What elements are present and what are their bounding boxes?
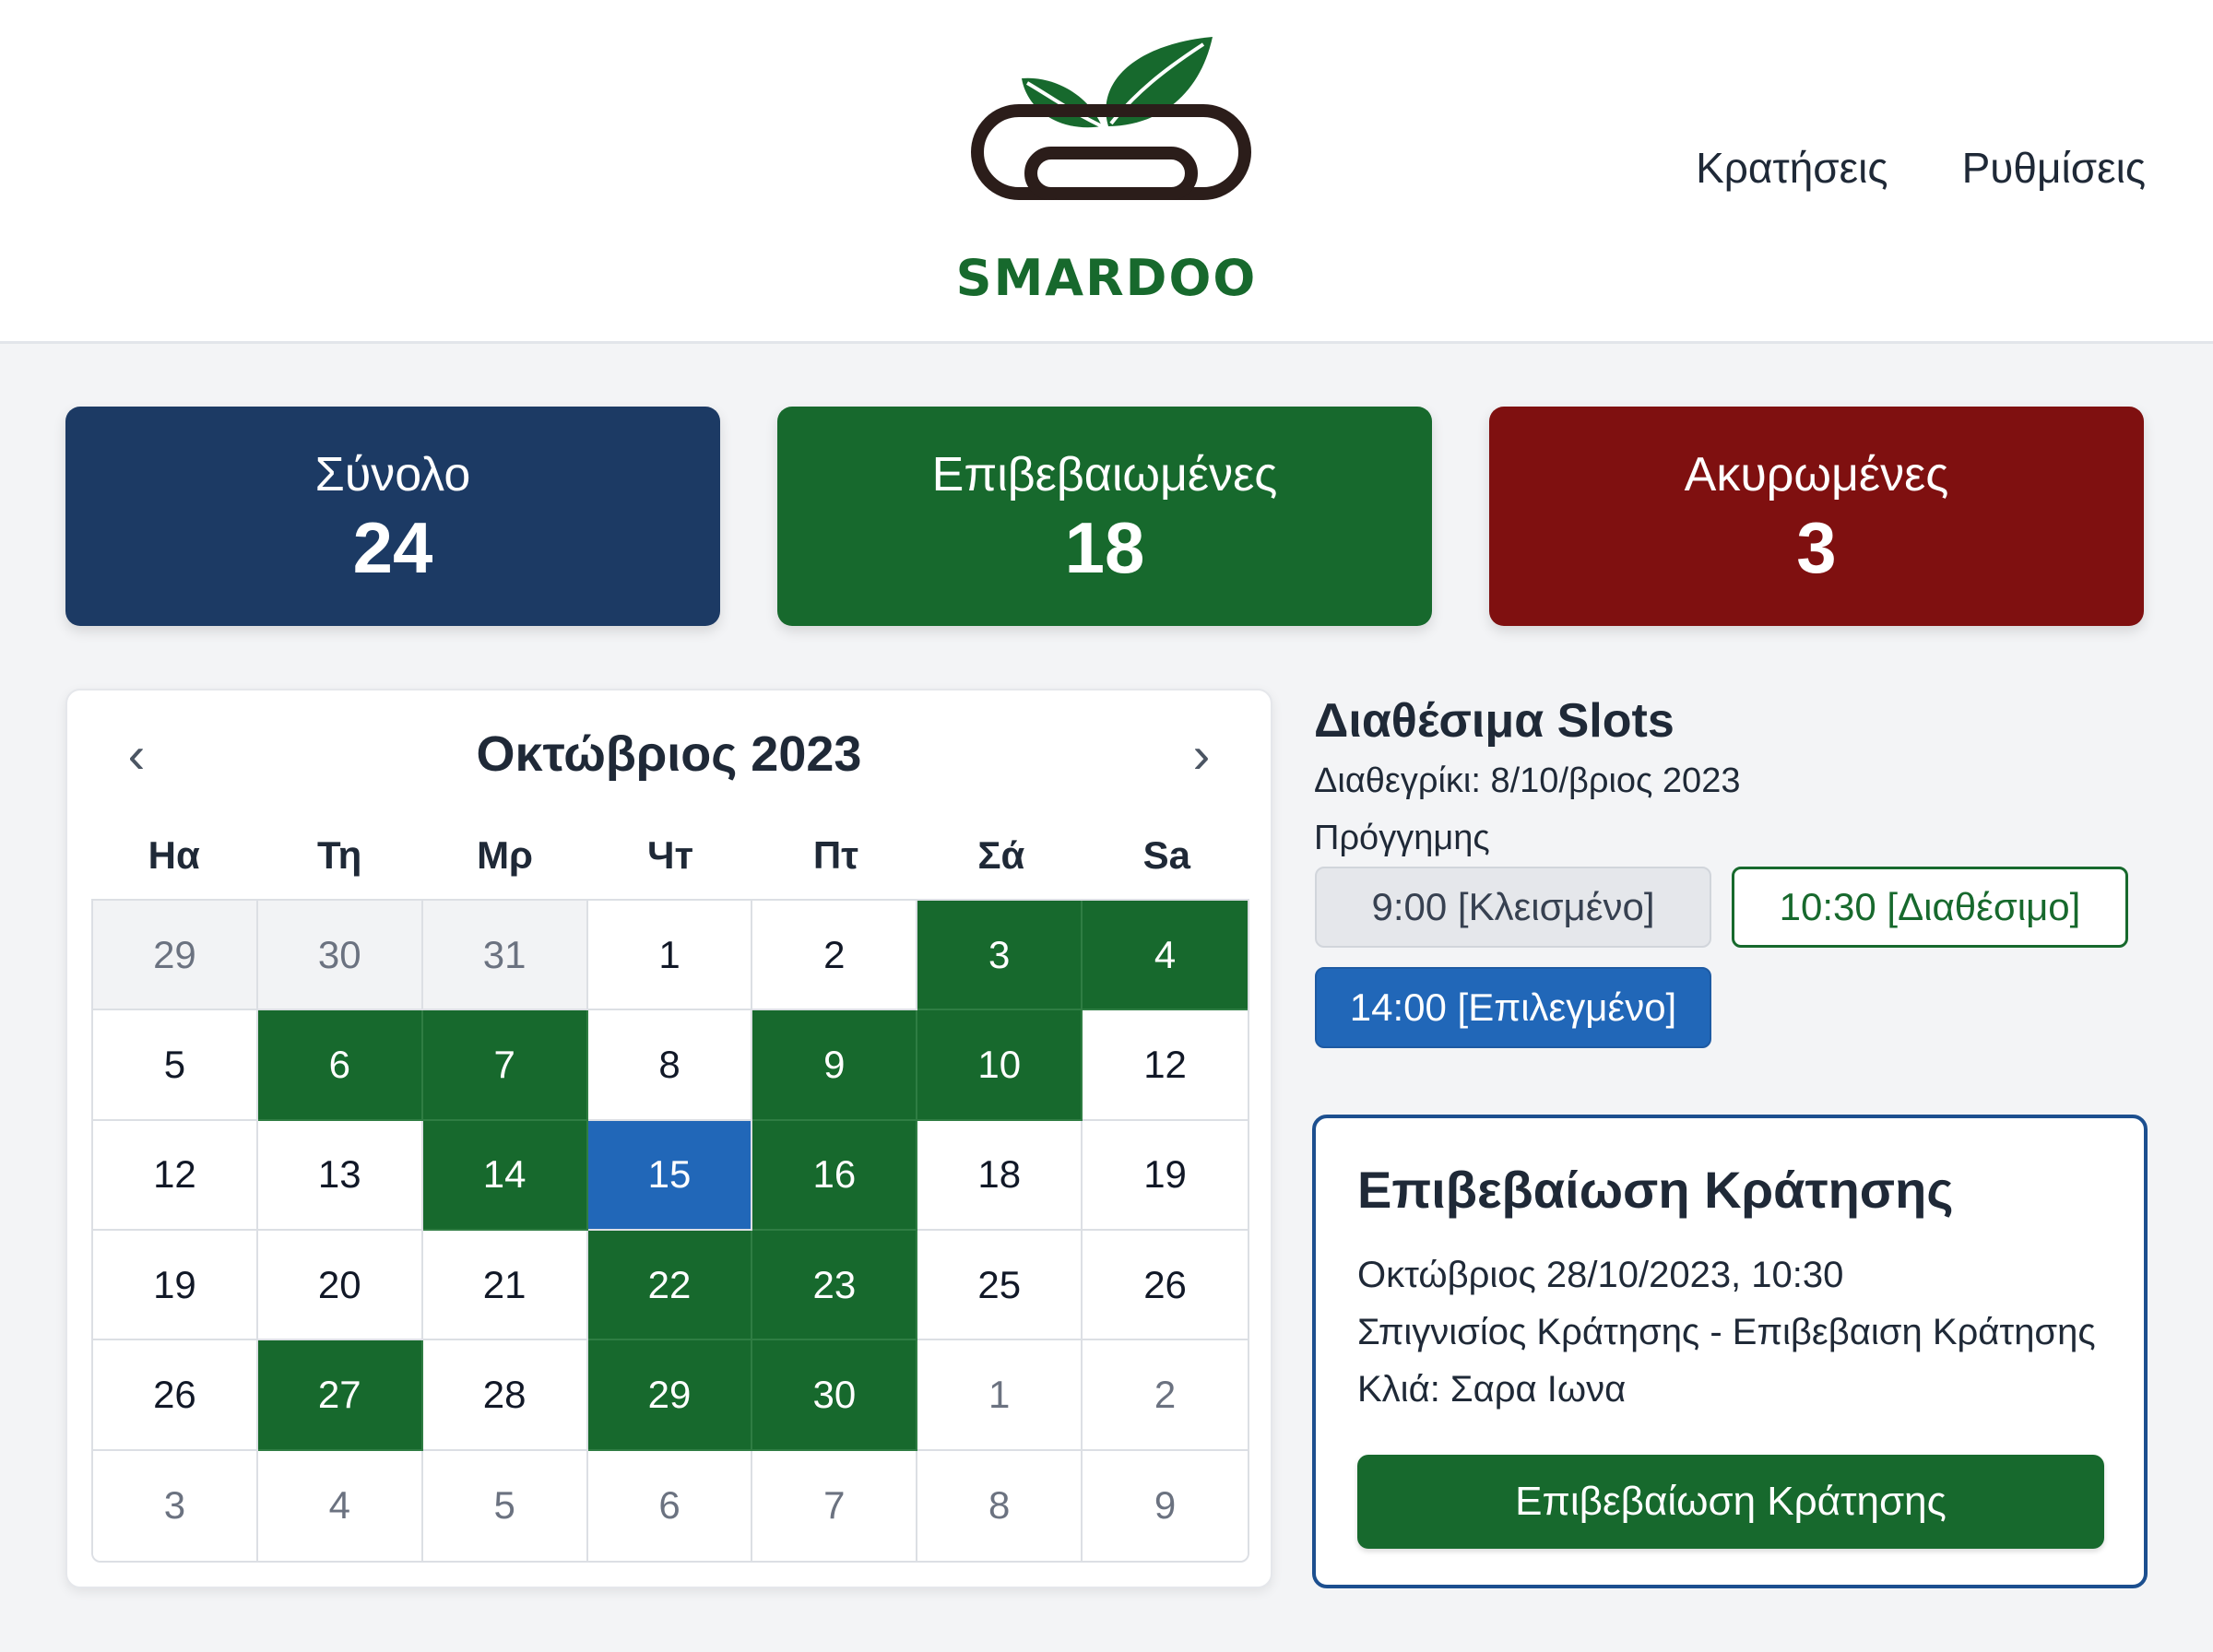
- calendar-day-cell[interactable]: 8: [587, 1010, 753, 1121]
- calendar-day-cell[interactable]: 19: [1083, 1120, 1248, 1231]
- calendar-day-cell[interactable]: 2: [1083, 1340, 1248, 1451]
- calendar-day-cell[interactable]: 4: [1083, 901, 1248, 1011]
- calendar-day-cell[interactable]: 6: [587, 1450, 753, 1561]
- calendar-day-cell[interactable]: 3: [93, 1450, 258, 1561]
- calendar-day-cell[interactable]: 18: [917, 1120, 1083, 1231]
- calendar-day-cell[interactable]: 6: [257, 1010, 423, 1121]
- calendar-day-cell[interactable]: 5: [93, 1010, 258, 1121]
- calendar-day-cell[interactable]: 8: [917, 1450, 1083, 1561]
- chevron-right-icon[interactable]: ›: [1174, 727, 1229, 783]
- calendar-day-cell[interactable]: 5: [422, 1450, 588, 1561]
- stat-label: Ακυρωμένες: [1684, 448, 1949, 502]
- nav-bookings-link[interactable]: Κρατήσεις: [1696, 143, 1888, 193]
- slot-button-available[interactable]: 10:30 [Διαθέσιμο]: [1732, 867, 2128, 948]
- calendar-day-cell[interactable]: 30: [752, 1340, 918, 1451]
- stat-label: Σύνολο: [314, 448, 471, 502]
- calendar-day-cell[interactable]: 26: [93, 1340, 258, 1451]
- confirmation-title: Επιβεβαίωση Κράτησης: [1357, 1161, 1954, 1219]
- calendar-day-cell[interactable]: 28: [422, 1340, 588, 1451]
- slots-subtitle: Διαθεγρίκι: 8/10/βριος 2023: [1314, 761, 1741, 800]
- stat-card-cancelled: Ακυρωμένες 3: [1489, 407, 2144, 626]
- calendar-day-cell[interactable]: 23: [752, 1231, 918, 1341]
- stat-card-confirmed: Επιβεβαιωμένες 18: [777, 407, 1432, 626]
- slot-button-closed[interactable]: 9:00 [Κλεισμένο]: [1315, 867, 1711, 948]
- weekday-label: Μρ: [477, 833, 534, 877]
- confirm-booking-button[interactable]: Επιβεβαίωση Κράτησης: [1357, 1455, 2104, 1549]
- calendar-day-cell[interactable]: 25: [917, 1231, 1083, 1341]
- confirmation-client: Κλιά: Σαρα Ιωνα: [1357, 1369, 1627, 1410]
- calendar-day-cell[interactable]: 22: [587, 1231, 753, 1341]
- calendar-day-grid: 29 30 31 1 2 3 4 5 6 7 8 9 10 12 12 13 14 15 16 18 19 19 20 21 2…: [91, 899, 1249, 1563]
- calendar-day-cell[interactable]: 15: [587, 1120, 753, 1231]
- calendar-day-cell[interactable]: 12: [1083, 1010, 1248, 1121]
- calendar-day-cell[interactable]: 26: [1083, 1231, 1248, 1341]
- slots-title: Διαθέσιμα Slots: [1314, 694, 1675, 748]
- calendar-day-cell[interactable]: 1: [917, 1340, 1083, 1451]
- calendar-day-cell[interactable]: 12: [93, 1120, 258, 1231]
- calendar-day-cell[interactable]: 9: [752, 1010, 918, 1121]
- calendar-day-cell[interactable]: 20: [257, 1231, 423, 1341]
- stat-value: 18: [1064, 507, 1145, 588]
- logo[interactable]: SMARDOO: [950, 28, 1263, 313]
- slots-label: Πρόγγημης: [1314, 819, 1490, 857]
- stat-value: 24: [352, 507, 433, 588]
- header: SMARDOO Κρατήσεις Ρυθμίσεις: [0, 0, 2213, 344]
- top-nav: Κρατήσεις Ρυθμίσεις: [1696, 143, 2146, 193]
- calendar-day-cell[interactable]: 2: [752, 901, 918, 1011]
- calendar-day-cell[interactable]: 31: [422, 901, 588, 1011]
- calendar-month-title: Οκτώβριος 2023: [476, 726, 862, 782]
- weekday-label: Чт: [646, 833, 694, 877]
- stat-value: 3: [1796, 507, 1837, 588]
- stat-label: Επιβεβαιωμένες: [931, 448, 1278, 502]
- calendar-day-cell[interactable]: 7: [752, 1450, 918, 1561]
- calendar-day-cell[interactable]: 9: [1083, 1450, 1248, 1561]
- calendar-day-cell[interactable]: 13: [257, 1120, 423, 1231]
- calendar-day-cell[interactable]: 16: [752, 1120, 918, 1231]
- weekday-label: Σά: [977, 833, 1025, 877]
- weekday-header: Ηα Τη Μρ Чт Πτ Σά Sa: [91, 833, 1249, 878]
- weekday-label: Τη: [317, 833, 362, 877]
- weekday-label: Πτ: [812, 833, 858, 877]
- calendar-day-cell[interactable]: 21: [422, 1231, 588, 1341]
- calendar-day-cell[interactable]: 29: [587, 1340, 753, 1451]
- calendar-day-cell[interactable]: 7: [422, 1010, 588, 1121]
- calendar-day-cell[interactable]: 4: [257, 1450, 423, 1561]
- brand-name: SMARDOO: [955, 249, 1258, 307]
- slot-button-selected[interactable]: 14:00 [Επιλεγμένο]: [1315, 967, 1711, 1048]
- nav-settings-link[interactable]: Ρυθμίσεις: [1962, 143, 2146, 193]
- leaf-paperclip-logo-icon: [971, 37, 1251, 200]
- calendar-day-cell[interactable]: 1: [587, 901, 753, 1011]
- weekday-label: Sa: [1142, 833, 1190, 877]
- confirmation-description: Σπιγνισίος Κράτησης - Επιβεβαιση Κράτηση…: [1357, 1312, 2096, 1352]
- calendar-day-cell[interactable]: 19: [93, 1231, 258, 1341]
- calendar-day-cell[interactable]: 30: [257, 901, 423, 1011]
- weekday-label: Ηα: [148, 833, 200, 877]
- stat-card-total: Σύνολο 24: [65, 407, 720, 626]
- calendar-day-cell[interactable]: 10: [917, 1010, 1083, 1121]
- booking-confirmation-panel: Επιβεβαίωση Κράτησης Οκτώβριος 28/10/202…: [1312, 1115, 2148, 1588]
- calendar-day-cell[interactable]: 29: [93, 901, 258, 1011]
- calendar-day-cell[interactable]: 3: [917, 901, 1083, 1011]
- confirmation-date: Οκτώβριος 28/10/2023, 10:30: [1357, 1255, 1844, 1295]
- calendar: ‹ Οκτώβριος 2023 › Ηα Τη Μρ Чт Πτ Σά Sa …: [65, 689, 1272, 1588]
- calendar-day-cell[interactable]: 14: [422, 1120, 588, 1231]
- calendar-day-cell[interactable]: 27: [257, 1340, 423, 1451]
